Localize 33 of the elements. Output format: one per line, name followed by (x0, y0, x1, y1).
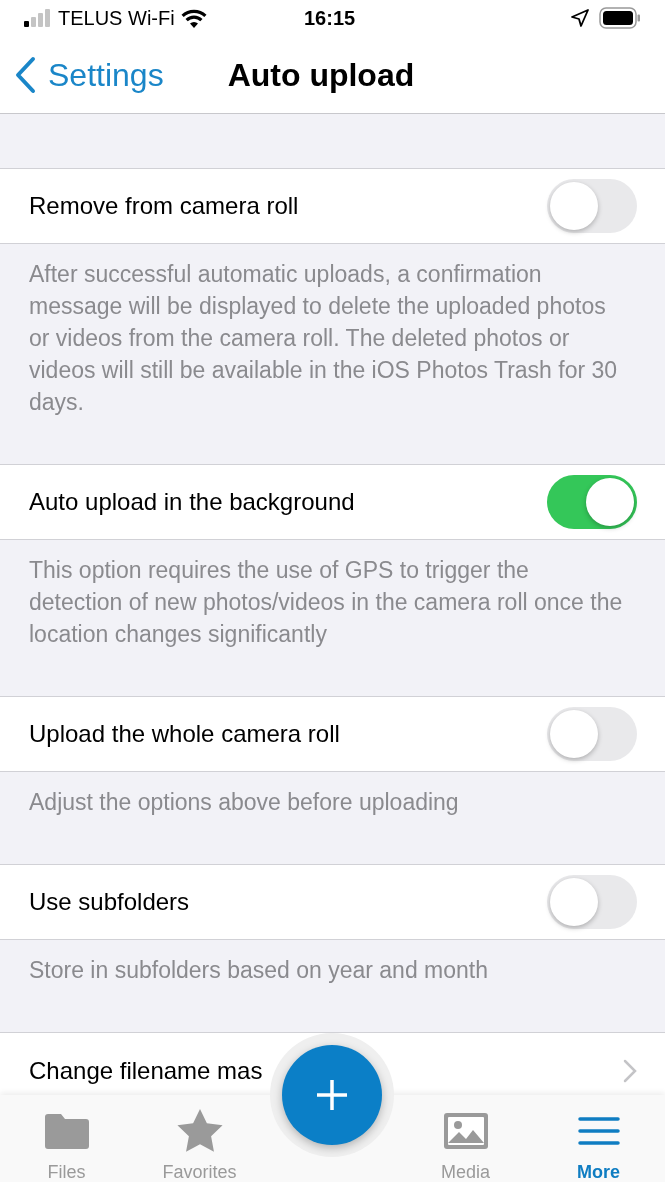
chevron-right-icon (623, 1058, 637, 1083)
row-description: Store in subfolders based on year and month (28, 956, 489, 985)
wifi-icon (180, 8, 207, 28)
location-arrow-icon (571, 9, 589, 27)
tab-item[interactable]: Files (0, 1109, 133, 1182)
back-button[interactable]: Settings (0, 50, 164, 99)
row-label: Auto upload in the background (29, 487, 356, 517)
toggle-switch[interactable] (547, 475, 637, 529)
toggle-switch[interactable] (547, 707, 637, 761)
menu-icon (577, 1116, 620, 1146)
row-description: Adjust the options above before uploading (28, 788, 460, 817)
row-description: After successful automatic uploads, a confirmation message will be displayed to delete the uploaded photos or videos from the camera roll. The deleted photos or videos will still be available in the iOS Photos Trash for 30 days. (28, 260, 619, 417)
tab-item[interactable]: More (532, 1109, 665, 1182)
battery-icon (599, 7, 641, 29)
row-label: Remove from camera roll (29, 191, 300, 221)
plus-icon (315, 1078, 349, 1112)
tab-item[interactable]: Favorites (133, 1109, 266, 1182)
chevron-left-icon (14, 55, 36, 94)
add-button[interactable] (282, 1045, 382, 1145)
row-label: Change filename mas (29, 1055, 264, 1086)
toggle-switch[interactable] (547, 875, 637, 929)
carrier-name: TELUS Wi-Fi (58, 6, 175, 31)
clock-time: 16:15 (304, 6, 356, 31)
folder-icon (43, 1112, 90, 1150)
page-title: Auto upload (227, 55, 415, 95)
signal-icon (24, 9, 52, 27)
row-label: Use subfolders (29, 887, 191, 917)
tab-item[interactable]: Media (399, 1109, 532, 1182)
toggle-switch[interactable] (547, 179, 637, 233)
row-label: Upload the whole camera roll (29, 719, 341, 749)
row-description: This option requires the use of GPS to trigger the detection of new photos/videos in the camera roll once the location changes significantly (28, 556, 624, 649)
image-icon (442, 1112, 489, 1150)
star-icon (176, 1109, 223, 1153)
